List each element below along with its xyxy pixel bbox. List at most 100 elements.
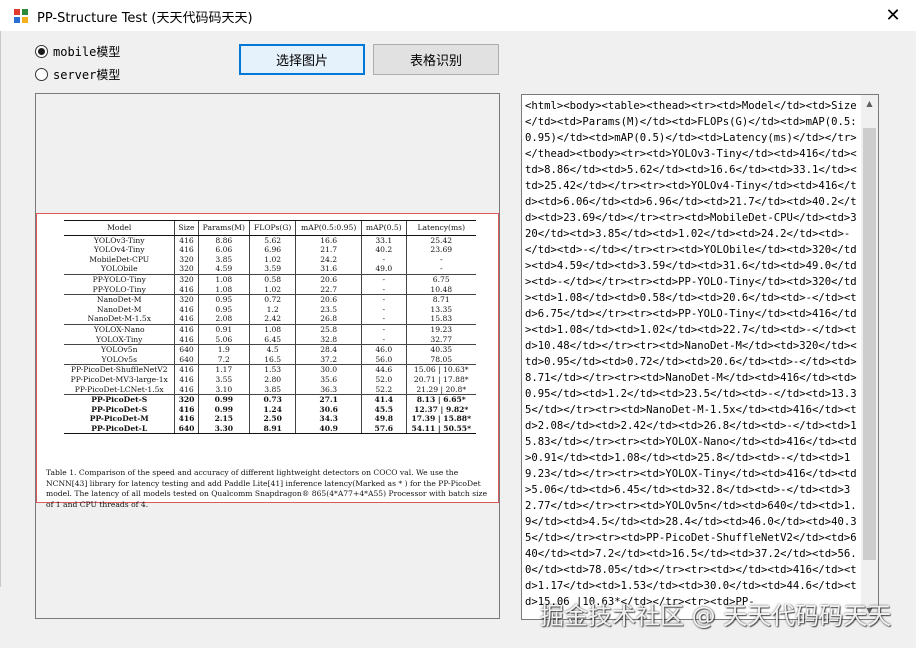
table-cell: 33.1 bbox=[361, 235, 407, 246]
table-cell: 640 bbox=[174, 344, 199, 355]
table-cell: PP-PicoDet-S bbox=[64, 394, 175, 405]
table-cell: 32.77 bbox=[405, 334, 476, 345]
table-cell: 416 bbox=[174, 323, 199, 335]
benchmark-table: Model Size Params(M) FLOPs(G) mAP(0.5:0.95) m… bbox=[64, 220, 476, 435]
table-cell: NanoDet-M bbox=[96, 304, 142, 314]
table-cell: 56.0 bbox=[361, 354, 407, 365]
table-cell: 25.42 bbox=[405, 235, 476, 246]
table-cell: PP-PicoDet-L bbox=[64, 423, 175, 435]
table-cell: 52.2 bbox=[361, 384, 407, 395]
table-cell: 2.08 bbox=[197, 314, 250, 325]
table-cell: 41.4 bbox=[361, 394, 407, 405]
table-cell: 13.35 bbox=[405, 304, 476, 315]
table-header-cell: FLOPs(G) bbox=[249, 220, 296, 236]
table-cell: 32.8 bbox=[295, 334, 362, 345]
vertical-scrollbar[interactable]: ▲ ▼ bbox=[861, 95, 878, 619]
table-cell: 0.72 bbox=[249, 294, 296, 305]
table-cell: - bbox=[361, 314, 407, 325]
table-row: NanoDet-M 320 0.95 0.72 20.6-8.71 bbox=[64, 294, 476, 305]
table-cell: 36.3 bbox=[295, 384, 362, 395]
table-cell: 6.75 bbox=[405, 273, 476, 285]
radio-mobile-model[interactable]: mobile模型 bbox=[35, 43, 120, 60]
table-cell: 52.0 bbox=[361, 374, 407, 385]
table-cell: PP-PicoDet-LCNet-1.5x bbox=[74, 384, 164, 394]
table-cell: 7.2 bbox=[197, 354, 250, 365]
table-cell: 26.8 bbox=[295, 314, 362, 325]
table-cell: 320 bbox=[174, 254, 199, 265]
radio-server-model[interactable]: server模型 bbox=[35, 66, 120, 83]
table-cell: YOLOv3-Tiny bbox=[93, 235, 145, 245]
table-cell: 416 bbox=[174, 314, 199, 325]
table-cell: 15.06 | 10.63* bbox=[405, 364, 476, 375]
table-row: PP-PicoDet-LCNet-1.5x 416 3.10 3.85 36.3 52.2… bbox=[64, 384, 476, 395]
close-button[interactable]: ✕ bbox=[870, 0, 916, 31]
table-row: PP-PicoDet-S 416 0.99 1.24 30.6 45.5 12.37 | 9… bbox=[64, 404, 476, 415]
table-cell: NanoDet-M-1.5x bbox=[87, 314, 151, 324]
table-cell: - bbox=[361, 254, 407, 265]
table-cell: 40.9 bbox=[295, 423, 362, 435]
table-cell: 4.5 bbox=[249, 344, 296, 355]
table-cell: 8.71 bbox=[405, 294, 476, 305]
table-cell: YOLObile bbox=[100, 264, 138, 274]
table-cell: 1.08 bbox=[197, 284, 250, 295]
table-cell: YOLOv5s bbox=[101, 354, 137, 364]
table-cell: 49.0 bbox=[361, 264, 407, 275]
table-recognize-button[interactable]: 表格识别 bbox=[373, 44, 499, 75]
table-cell: PP-PicoDet-S bbox=[91, 404, 148, 414]
table-cell: 40.35 bbox=[405, 344, 476, 355]
table-cell: 37.2 bbox=[295, 354, 362, 365]
result-html-text: <html><body><table><thead><tr><td>Model<… bbox=[525, 100, 857, 608]
table-row: YOLOX-Nano 416 0.91 1.08 25.8-19.23 bbox=[64, 323, 476, 335]
table-cell: PP-YOLO-Tiny bbox=[92, 284, 146, 294]
table-row: YOLOv5n 640 1.9 4.5 28.4 46.0 40.35 bbox=[64, 344, 476, 355]
table-cell: 0.91 bbox=[197, 323, 250, 335]
table-row: YOLOv5s 640 7.2 16.5 37.2 56.0 78.05 bbox=[64, 354, 476, 365]
table-cell: 0.73 bbox=[249, 394, 296, 405]
table-cell: 20.71 | 17.88* bbox=[405, 374, 476, 385]
table-cell: 2.15 bbox=[197, 414, 250, 424]
radio-label: server模型 bbox=[53, 68, 121, 82]
table-cell: 2.80 bbox=[249, 374, 296, 385]
table-cell: 320 bbox=[174, 264, 199, 275]
table-cell: MobileDet-CPU bbox=[89, 254, 150, 264]
table-cell: PP-PicoDet-ShuffleNetV2 bbox=[64, 364, 175, 375]
scroll-up-icon[interactable]: ▲ bbox=[861, 95, 878, 112]
table-cell: 3.59 bbox=[249, 264, 296, 275]
radio-unchecked-icon bbox=[35, 68, 48, 81]
table-cell: 416 bbox=[174, 284, 199, 295]
result-textbox[interactable]: <html><body><table><thead><tr><td>Model<… bbox=[521, 94, 879, 620]
table-cell: 27.1 bbox=[295, 394, 362, 405]
table-cell: YOLOX-Nano bbox=[64, 323, 175, 335]
table-cell: 6.96 bbox=[249, 245, 296, 255]
scroll-thumb[interactable] bbox=[863, 128, 876, 560]
table-row: PP-PicoDet-ShuffleNetV2 416 1.17 1.53 30.0 44… bbox=[64, 364, 476, 375]
table-cell: 640 bbox=[174, 354, 199, 365]
table-cell: 24.2 bbox=[295, 254, 362, 265]
table-cell: 54.11 | 50.55* bbox=[405, 423, 476, 435]
table-caption: Table 1. Comparison of the speed and acc… bbox=[46, 468, 488, 509]
app-icon bbox=[14, 9, 28, 23]
table-cell: 1.2 bbox=[249, 304, 296, 315]
table-cell: - bbox=[405, 254, 476, 265]
table-cell: 5.62 bbox=[249, 235, 296, 246]
table-cell: 35.6 bbox=[295, 374, 362, 385]
table-cell: 22.7 bbox=[295, 284, 362, 295]
table-cell: 416 bbox=[174, 374, 199, 385]
table-row: PP-PicoDet-L 640 3.30 8.91 40.9 57.6 54.11 | 5… bbox=[64, 423, 476, 435]
table-cell: 0.95 bbox=[197, 294, 250, 305]
table-cell: PP-YOLO-Tiny bbox=[64, 273, 175, 285]
table-cell: YOLOX-Tiny bbox=[95, 334, 143, 344]
table-cell: 416 bbox=[174, 384, 199, 395]
table-cell: - bbox=[361, 304, 407, 315]
table-cell: YOLOv4-Tiny bbox=[93, 245, 145, 255]
select-image-button[interactable]: 选择图片 bbox=[239, 44, 365, 75]
table-header-cell: Params(M) bbox=[197, 220, 250, 236]
window-border bbox=[0, 31, 1, 587]
table-row: PP-PicoDet-M 416 2.15 2.50 34.3 49.8 17.39 | 1… bbox=[64, 414, 476, 424]
table-cell: 416 bbox=[174, 245, 199, 255]
table-row: YOLOX-Tiny 416 5.06 6.45 32.8-32.77 bbox=[64, 334, 476, 345]
table-cell: 8.13 | 6.65* bbox=[405, 394, 476, 405]
table-cell: 44.6 bbox=[361, 364, 407, 375]
table-cell: 0.58 bbox=[249, 273, 296, 285]
table-row: NanoDet-M 416 0.95 1.2 23.5-13.35 bbox=[64, 304, 476, 315]
